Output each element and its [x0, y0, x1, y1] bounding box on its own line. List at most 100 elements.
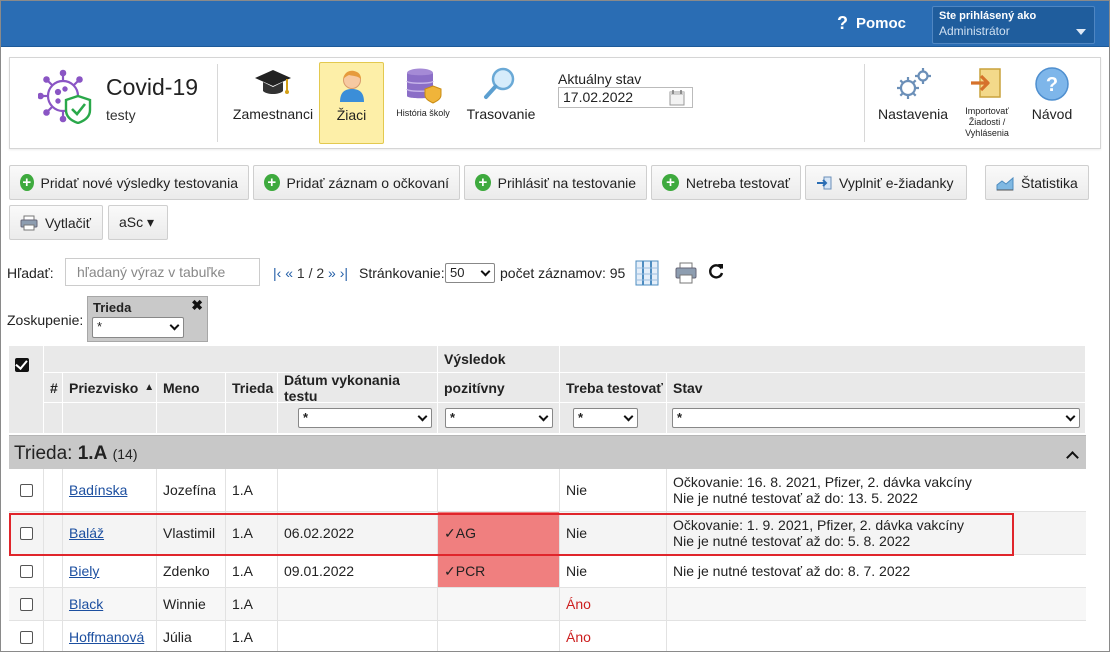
toolbar-separator: [217, 64, 218, 142]
statistics-button[interactable]: Štatistika: [985, 165, 1089, 200]
print-table-icon[interactable]: [674, 261, 698, 285]
surname-link[interactable]: Black: [69, 596, 103, 612]
pager-next-link[interactable]: »: [328, 265, 336, 281]
tool-label: Trasovanie: [466, 106, 536, 122]
surname-link[interactable]: Baláž: [69, 525, 104, 541]
col-date[interactable]: Dátum vykonania testu: [278, 372, 438, 404]
first-name: Winnie: [157, 588, 226, 620]
import-icon: [971, 68, 1001, 98]
table-row[interactable]: Badínska Jozefína 1.A Nie Očkovanie: 16.…: [9, 469, 1086, 512]
positive-result: ✓PCR: [438, 555, 560, 587]
state-filter-select[interactable]: *: [672, 408, 1080, 428]
tool-nastavenia[interactable]: Nastavenia: [876, 62, 950, 144]
grouping-select[interactable]: *: [92, 317, 184, 338]
pager-first-link[interactable]: |‹: [273, 265, 281, 281]
test-date: [278, 621, 438, 651]
tool-ziaci[interactable]: Žiaci: [319, 62, 384, 144]
row-checkbox[interactable]: [19, 564, 33, 578]
table-row[interactable]: Black Winnie 1.A Áno: [9, 588, 1086, 621]
module-toolbar: Covid-19 testy Zamestnanci Žiaci Históri…: [9, 57, 1101, 149]
state-line: Nie je nutné testovať až do: 8. 7. 2022: [673, 563, 911, 579]
need-testing: Áno: [566, 596, 591, 612]
test-date: 09.01.2022: [278, 555, 438, 587]
plus-circle-icon: +: [475, 174, 491, 191]
chevron-up-icon[interactable]: [1066, 451, 1079, 464]
fill-forms-button[interactable]: Vyplniť e-žiadanky: [805, 165, 967, 200]
no-testing-button[interactable]: + Netreba testovať: [651, 165, 801, 200]
state-cell: Očkovanie: 1. 9. 2021, Pfizer, 2. dávka …: [667, 512, 1086, 554]
close-icon[interactable]: ✖: [191, 297, 203, 314]
tool-label: Návod: [1031, 106, 1073, 122]
tool-zamestnanci[interactable]: Zamestnanci: [232, 62, 314, 144]
app-subtitle: testy: [106, 107, 136, 123]
tool-navod[interactable]: ? Návod: [1022, 62, 1082, 144]
tool-label: Zamestnanci: [232, 106, 314, 122]
positive-result: [438, 588, 560, 620]
row-number: [44, 588, 63, 620]
columns-icon[interactable]: [635, 260, 659, 286]
magnifier-icon: [484, 67, 515, 99]
filter-cell: *: [278, 403, 438, 434]
surname-link[interactable]: Hoffmanová: [69, 629, 144, 645]
row-checkbox[interactable]: [19, 630, 33, 644]
register-testing-button[interactable]: + Prihlásiť na testovanie: [464, 165, 647, 200]
class: 1.A: [226, 621, 278, 651]
row-checkbox[interactable]: [19, 483, 33, 497]
add-vaccination-button[interactable]: + Pridať záznam o očkovaní: [253, 165, 460, 200]
table-row[interactable]: Biely Zdenko 1.A 09.01.2022 ✓PCR Nie Nie…: [9, 555, 1086, 588]
grouping-title: Trieda: [93, 300, 132, 315]
calendar-icon[interactable]: [668, 89, 686, 107]
toolbar-separator: [864, 64, 865, 142]
plus-circle-icon: +: [20, 174, 34, 191]
col-state[interactable]: Stav: [667, 373, 1086, 403]
chevron-down-icon: [417, 411, 428, 422]
test-date: [278, 469, 438, 511]
grouping-label: Zoskupenie:: [7, 312, 84, 328]
chevron-down-icon: [623, 411, 634, 422]
group-row-1a[interactable]: Trieda: 1.A (14): [9, 435, 1086, 469]
group-row-title: Trieda: 1.A (14): [14, 443, 138, 464]
col-name[interactable]: Meno: [157, 373, 226, 403]
user-menu[interactable]: Ste prihlásený ako Administrátor: [932, 6, 1095, 44]
positive-filter-select[interactable]: *: [445, 408, 553, 428]
current-state-date-input[interactable]: 17.02.2022: [558, 87, 693, 108]
asc-menu-button[interactable]: aSc ▾: [108, 205, 168, 240]
col-surname[interactable]: Priezvisko ▲: [63, 373, 157, 403]
row-number: [44, 469, 63, 511]
print-button[interactable]: Vytlačiť: [9, 205, 103, 240]
help-link[interactable]: ? Pomoc: [837, 13, 906, 34]
tool-importovat[interactable]: Importovať Žiadosti / Vyhlásenia: [954, 62, 1020, 144]
pager-prev-link[interactable]: «: [285, 265, 293, 281]
row-number: [44, 555, 63, 587]
select-all-checkbox[interactable]: [15, 358, 29, 372]
tool-historia-skoly[interactable]: História školy: [388, 62, 458, 144]
chevron-down-icon: [1065, 411, 1076, 422]
col-need[interactable]: Treba testovať: [560, 373, 667, 403]
pager-last-link[interactable]: ›|: [340, 265, 348, 281]
row-checkbox[interactable]: [19, 597, 33, 611]
surname-link[interactable]: Biely: [69, 563, 99, 579]
row-number: [44, 512, 63, 554]
row-checkbox[interactable]: [19, 526, 33, 540]
user-caption: Ste prihlásený ako: [939, 10, 1037, 22]
table-row[interactable]: Hoffmanová Júlia 1.A Áno: [9, 621, 1086, 651]
search-input[interactable]: [65, 258, 260, 286]
need-testing: Áno: [566, 629, 591, 645]
col-positive[interactable]: pozitívny: [438, 373, 560, 403]
col-class[interactable]: Trieda: [226, 373, 278, 403]
page-size-select[interactable]: 50: [445, 263, 495, 283]
sort-asc-icon: ▲: [144, 382, 155, 393]
add-results-button[interactable]: + Pridať nové výsledky testovania: [9, 165, 249, 200]
table-row[interactable]: Baláž Vlastimil 1.A 06.02.2022 ✓AG Nie O…: [9, 512, 1086, 555]
class: 1.A: [226, 469, 278, 511]
tool-trasovanie[interactable]: Trasovanie: [462, 62, 540, 144]
need-filter-select[interactable]: *: [573, 408, 638, 428]
date-filter-select[interactable]: *: [298, 408, 432, 428]
refresh-icon[interactable]: [707, 262, 725, 280]
surname-link[interactable]: Badínska: [69, 482, 127, 498]
gears-icon: [897, 68, 931, 99]
arrow-into-box-icon: [817, 176, 832, 189]
chevron-down-icon: [480, 266, 491, 277]
test-date: [278, 588, 438, 620]
tool-label: Žiaci: [336, 107, 367, 123]
